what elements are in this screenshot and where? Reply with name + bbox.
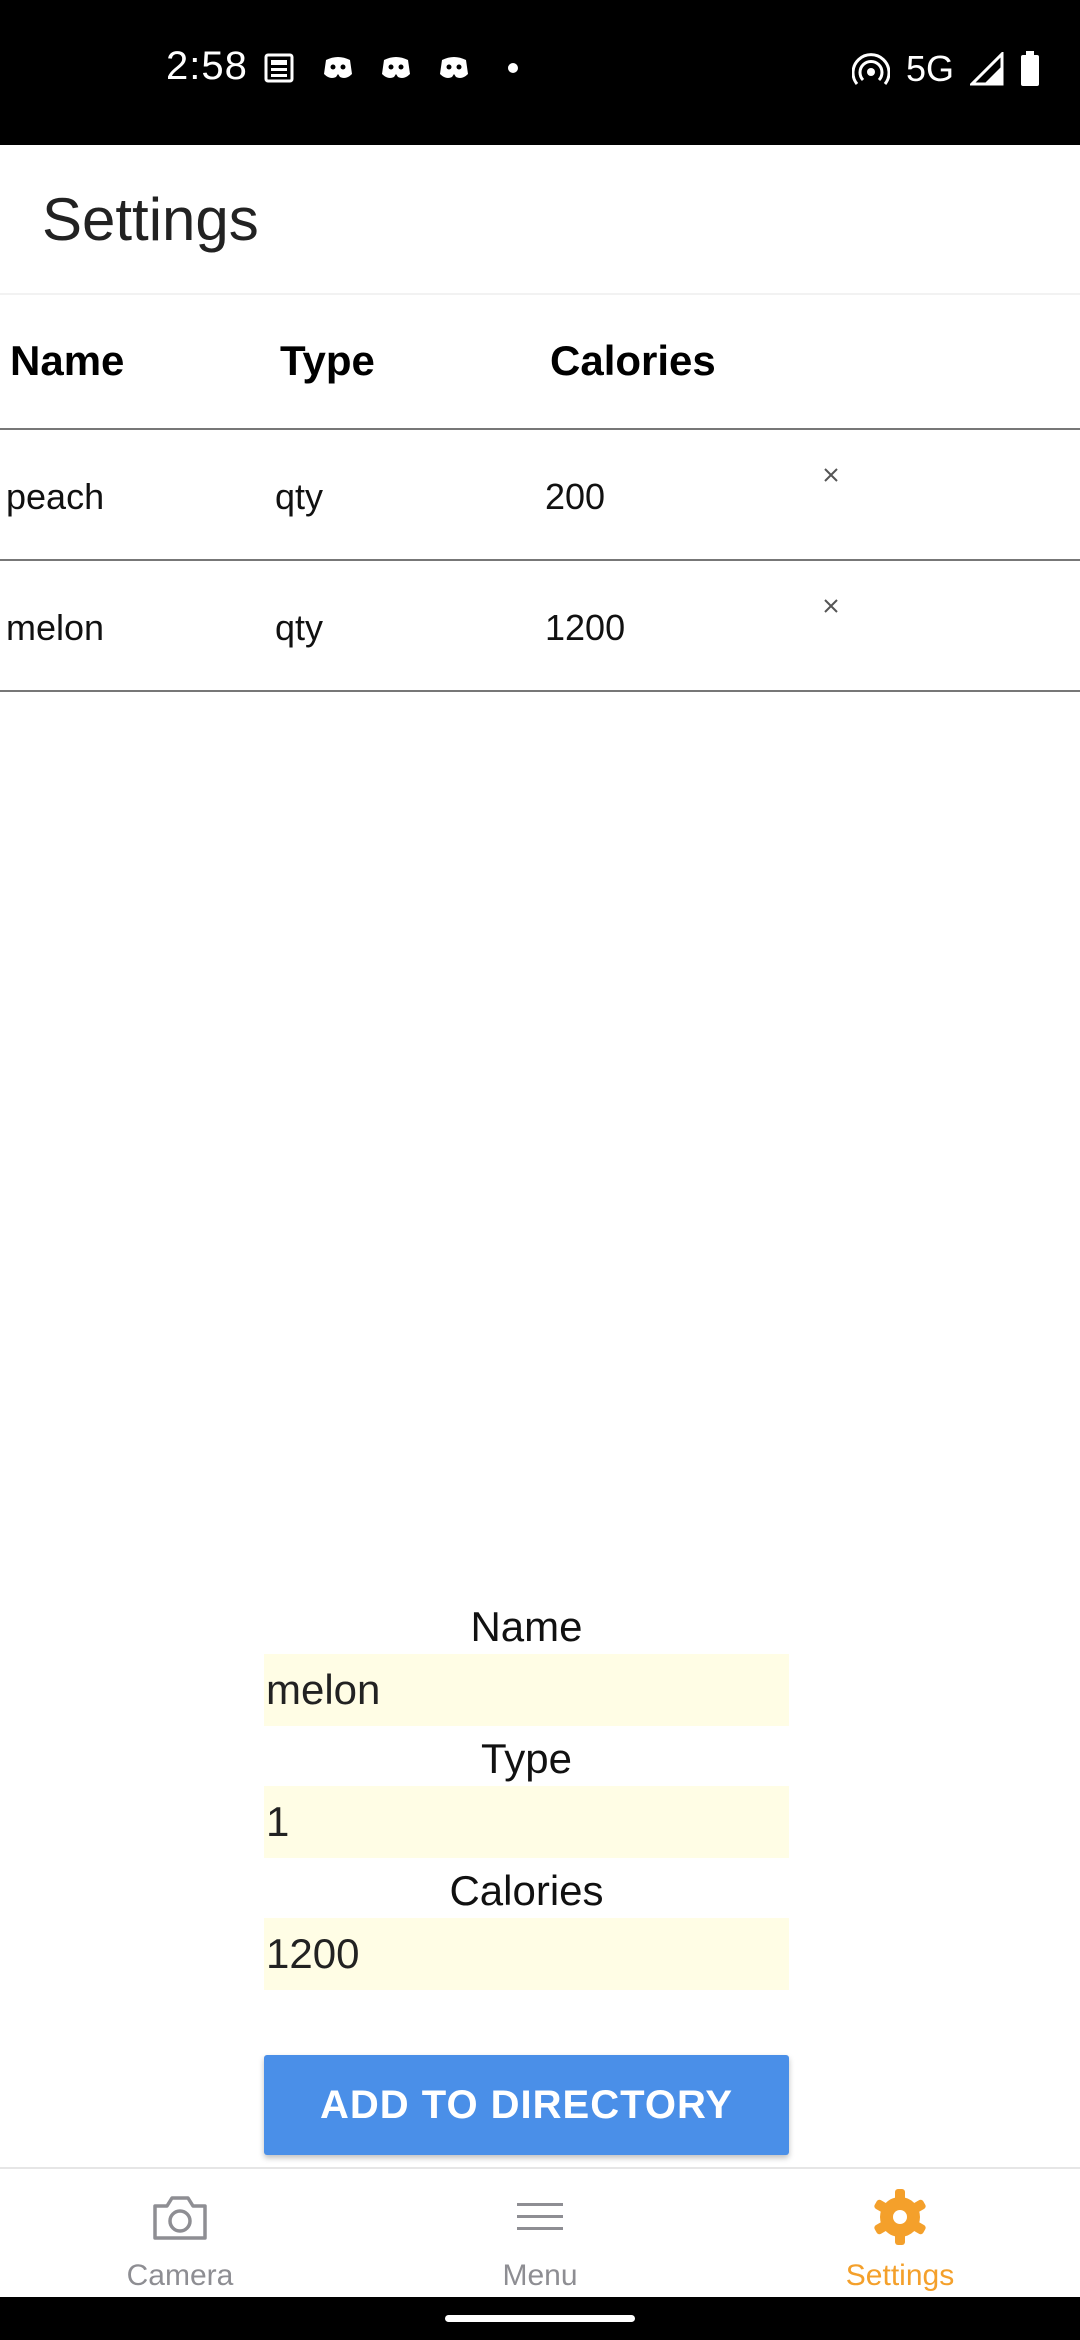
close-icon [824, 599, 838, 613]
type-input[interactable] [264, 1786, 789, 1858]
name-label: Name [470, 1603, 583, 1650]
more-notifications-dot [508, 63, 518, 73]
tab-label: Camera [126, 2259, 234, 2292]
cell-type: qty [275, 607, 324, 648]
add-item-form: Name Type Calories [264, 1600, 789, 1996]
cell-type: qty [275, 476, 324, 517]
hotspot-icon [851, 53, 890, 85]
page-title: Settings [42, 186, 259, 253]
tab-camera[interactable]: Camera [0, 2169, 360, 2297]
cell-calories: 200 [545, 476, 606, 517]
delete-row-button[interactable] [816, 460, 846, 490]
tab-menu[interactable]: Menu [360, 2169, 720, 2297]
notification-icons [262, 52, 518, 84]
calories-input[interactable] [264, 1918, 789, 1990]
column-header-type: Type [280, 337, 375, 384]
tab-label: Settings [845, 2259, 955, 2292]
close-icon [824, 468, 838, 482]
home-indicator[interactable] [445, 2315, 635, 2322]
discord-icon [324, 57, 352, 78]
table-row: melon qty 1200 [0, 561, 1080, 692]
menu-icon [510, 2189, 570, 2245]
tab-settings[interactable]: Settings [720, 2169, 1080, 2297]
news-icon [264, 53, 294, 83]
column-header-calories: Calories [550, 337, 716, 384]
signal-icon [970, 52, 1004, 86]
discord-icon [382, 57, 410, 78]
table-header: Name Type Calories [0, 297, 1080, 430]
tab-label: Menu [502, 2259, 578, 2292]
camera-icon [150, 2189, 210, 2245]
status-bar: 2:58 5G [0, 0, 1080, 145]
cell-calories: 1200 [545, 607, 626, 648]
status-right: 5G [851, 48, 1040, 90]
battery-icon [1021, 51, 1039, 86]
gear-icon [870, 2189, 930, 2245]
name-input[interactable] [264, 1654, 789, 1726]
status-time: 2:58 [166, 44, 248, 88]
type-label: Type [480, 1735, 573, 1782]
cell-name: melon [6, 607, 105, 648]
delete-row-button[interactable] [816, 591, 846, 621]
discord-icon [440, 57, 468, 78]
network-type: 5G [905, 48, 954, 89]
bottom-tab-bar: Camera Menu Settings [0, 2167, 1080, 2297]
calories-label: Calories [449, 1867, 604, 1914]
table-row: peach qty 200 [0, 430, 1080, 561]
system-nav-bar [0, 2297, 1080, 2340]
app-header: Settings [0, 145, 1080, 295]
add-to-directory-button[interactable]: ADD TO DIRECTORY [264, 2055, 789, 2155]
cell-name: peach [6, 476, 105, 517]
column-header-name: Name [10, 337, 125, 384]
